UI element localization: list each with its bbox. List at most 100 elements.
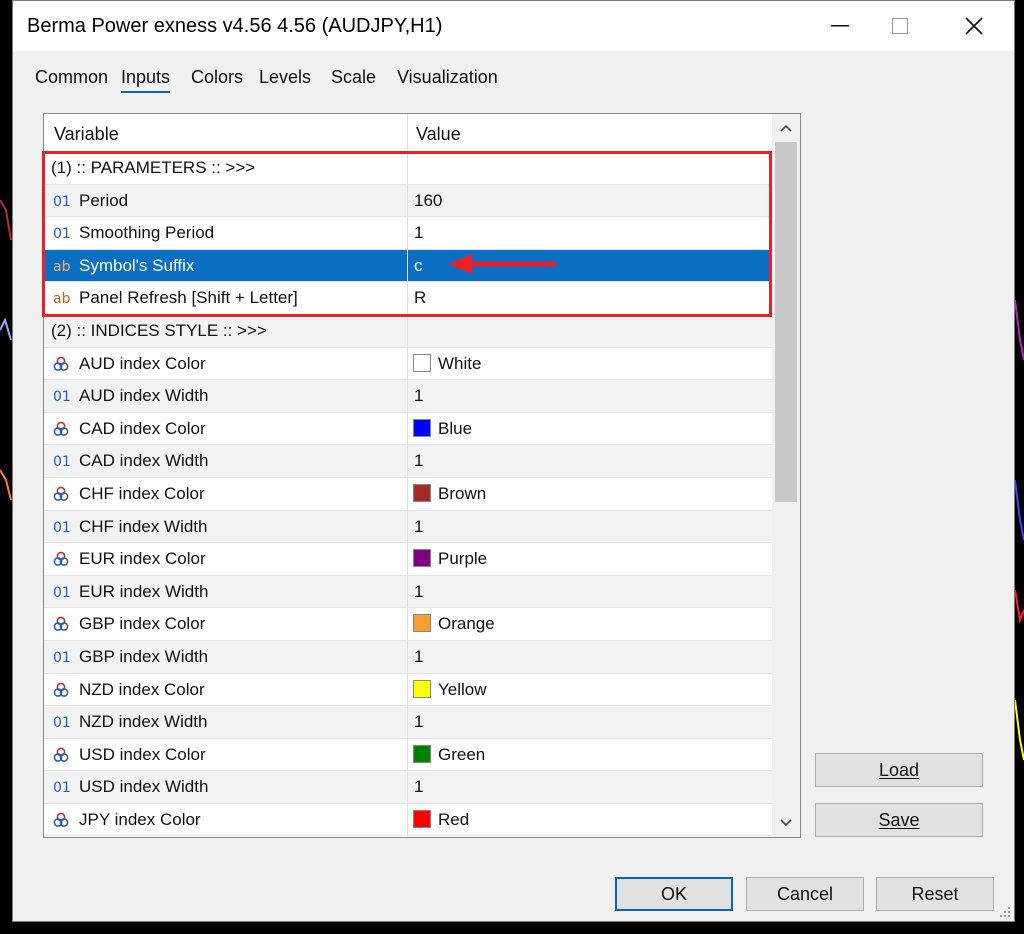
- row-value[interactable]: Red: [438, 810, 469, 830]
- row-value[interactable]: 1: [414, 386, 423, 406]
- column-divider: [407, 314, 408, 347]
- save-button[interactable]: Save: [815, 803, 983, 837]
- row-value[interactable]: White: [438, 354, 481, 374]
- tab-colors[interactable]: Colors: [191, 67, 243, 88]
- indicator-properties-dialog: Berma Power exness v4.56 4.56 (AUDJPY,H1…: [12, 0, 1015, 922]
- tab-visualization[interactable]: Visualization: [397, 67, 498, 88]
- color-icon: [53, 812, 73, 830]
- row-value[interactable]: R: [414, 288, 426, 308]
- row-value[interactable]: Green: [438, 745, 485, 765]
- tab-scale[interactable]: Scale: [331, 67, 376, 88]
- scroll-thumb[interactable]: [775, 142, 797, 502]
- tab-levels[interactable]: Levels: [259, 67, 311, 88]
- tab-bar: Common Inputs Colors Levels Scale Visual…: [13, 63, 1014, 99]
- row-value[interactable]: 1: [414, 777, 423, 797]
- column-divider: [407, 640, 408, 673]
- table-row[interactable]: 01 Smoothing Period 1: [44, 217, 772, 250]
- row-value[interactable]: Orange: [438, 614, 495, 634]
- row-variable-label: Smoothing Period: [79, 223, 215, 243]
- color-swatch[interactable]: [413, 809, 431, 828]
- column-divider: [407, 249, 408, 282]
- table-row[interactable]: 01 NZD index Width 1: [44, 706, 772, 739]
- column-divider: [407, 803, 408, 836]
- ok-button[interactable]: OK: [615, 877, 733, 911]
- column-divider: [407, 114, 408, 152]
- column-divider: [407, 282, 408, 314]
- table-row[interactable]: 01 AUD index Width 1: [44, 380, 772, 413]
- resize-grip-icon[interactable]: [996, 903, 1012, 919]
- color-swatch[interactable]: [413, 549, 431, 568]
- column-divider: [407, 445, 408, 477]
- table-row[interactable]: ab Panel Refresh [Shift + Letter] R: [44, 282, 772, 315]
- table-row[interactable]: 01 GBP index Width 1: [44, 640, 772, 674]
- load-button[interactable]: Load: [815, 753, 983, 787]
- table-row[interactable]: 01 Period 160: [44, 184, 772, 218]
- table-header: Variable Value: [44, 114, 772, 153]
- cancel-button-label: Cancel: [776, 883, 834, 904]
- row-value[interactable]: c: [414, 256, 423, 276]
- color-swatch[interactable]: [413, 418, 431, 437]
- row-value[interactable]: Blue: [438, 419, 472, 439]
- row-variable-label: CHF index Width: [79, 516, 208, 536]
- row-value[interactable]: 1: [414, 582, 423, 602]
- reset-button[interactable]: Reset: [876, 877, 994, 911]
- row-variable-label: GBP index Width: [79, 646, 209, 666]
- table-row[interactable]: JPY index Color Red: [44, 803, 772, 837]
- table-row[interactable]: (2) :: INDICES STYLE :: >>>: [44, 314, 772, 348]
- table-row[interactable]: 01 USD index Width 1: [44, 771, 772, 804]
- tab-inputs[interactable]: Inputs: [121, 67, 171, 93]
- tab-common[interactable]: Common: [35, 67, 108, 88]
- column-header-value[interactable]: Value: [416, 124, 461, 145]
- color-swatch[interactable]: [413, 744, 431, 763]
- title-bar: Berma Power exness v4.56 4.56 (AUDJPY,H1…: [13, 1, 1014, 51]
- table-row[interactable]: 01 EUR index Width 1: [44, 575, 772, 609]
- table-row[interactable]: NZD index Color Yellow: [44, 673, 772, 707]
- table-row[interactable]: CAD index Color Blue: [44, 412, 772, 446]
- maximize-icon[interactable]: [871, 1, 929, 51]
- ok-button-label: OK: [660, 883, 687, 904]
- column-divider: [407, 738, 408, 771]
- string-type-icon: ab: [53, 291, 71, 308]
- table-row[interactable]: GBP index Color Orange: [44, 608, 772, 641]
- row-variable-label: (2) :: INDICES STYLE :: >>>: [51, 320, 267, 340]
- color-swatch[interactable]: [413, 614, 431, 633]
- table-row[interactable]: (1) :: PARAMETERS :: >>>: [44, 152, 772, 185]
- color-swatch[interactable]: [413, 353, 431, 372]
- integer-type-icon: 01: [53, 193, 71, 210]
- annotation-arrow-icon: [448, 254, 556, 274]
- table-row[interactable]: USD index Color Green: [44, 738, 772, 772]
- row-value[interactable]: 160: [414, 191, 442, 211]
- row-variable-label: Symbol's Suffix: [79, 255, 195, 275]
- row-value[interactable]: Yellow: [438, 680, 487, 700]
- minimize-icon[interactable]: [811, 1, 869, 51]
- row-value[interactable]: 1: [414, 223, 423, 243]
- cancel-button[interactable]: Cancel: [746, 877, 864, 911]
- table-row[interactable]: ab Symbol's Suffix c: [44, 249, 772, 283]
- table-row[interactable]: 01 CAD index Width 1: [44, 445, 772, 478]
- row-value[interactable]: 1: [414, 647, 423, 667]
- row-value[interactable]: Purple: [438, 549, 487, 569]
- integer-type-icon: 01: [53, 715, 71, 732]
- row-value[interactable]: 1: [414, 712, 423, 732]
- column-divider: [407, 152, 408, 184]
- table-row[interactable]: AUD index Color White: [44, 347, 772, 381]
- vertical-scrollbar[interactable]: [772, 114, 800, 837]
- load-button-label: Load: [878, 759, 920, 780]
- row-variable-label: AUD index Width: [79, 386, 209, 406]
- row-variable-label: AUD index Color: [79, 353, 206, 373]
- row-value[interactable]: 1: [414, 517, 423, 537]
- close-icon[interactable]: [945, 1, 1003, 51]
- row-variable-label: (1) :: PARAMETERS :: >>>: [51, 158, 256, 177]
- column-divider: [407, 184, 408, 217]
- row-value[interactable]: 1: [414, 451, 423, 471]
- column-header-variable[interactable]: Variable: [54, 124, 119, 145]
- scroll-up-icon[interactable]: [772, 114, 800, 142]
- scroll-down-icon[interactable]: [772, 809, 800, 837]
- integer-type-icon: 01: [53, 226, 71, 243]
- table-row[interactable]: CHF index Color Brown: [44, 477, 772, 511]
- color-swatch[interactable]: [413, 483, 431, 502]
- row-value[interactable]: Brown: [438, 484, 486, 504]
- table-row[interactable]: 01 CHF index Width 1: [44, 510, 772, 544]
- table-row[interactable]: EUR index Color Purple: [44, 543, 772, 576]
- color-swatch[interactable]: [413, 679, 431, 698]
